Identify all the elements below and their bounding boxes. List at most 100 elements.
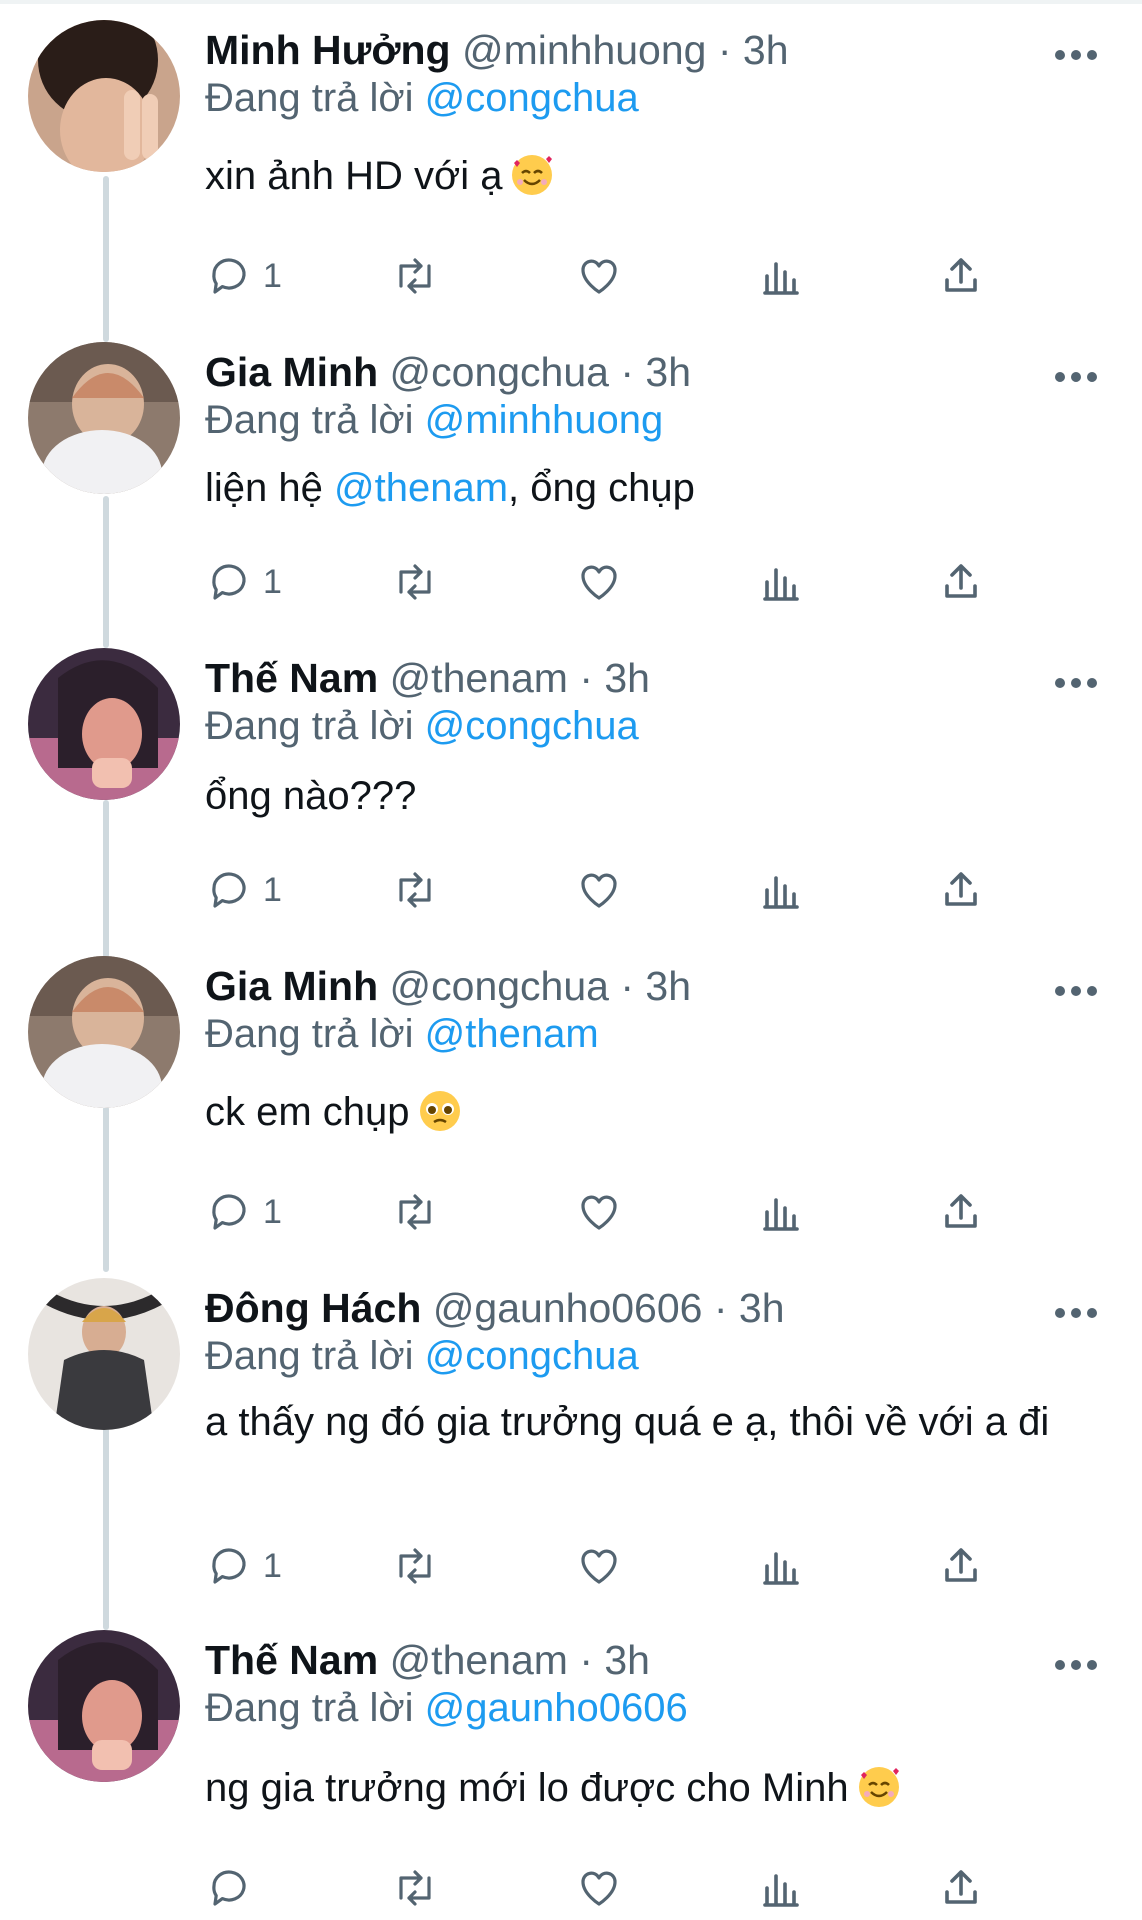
replying-to-mention[interactable]: @congchua <box>425 76 639 120</box>
heart-icon <box>581 873 617 908</box>
analytics-icon <box>763 568 799 601</box>
display-name[interactable]: Gia Minh <box>205 963 378 1009</box>
reply-count: 1 <box>263 1546 282 1585</box>
avatar[interactable] <box>28 956 180 1108</box>
replying-to-label: Đang trả lời <box>205 76 414 120</box>
retweet-icon <box>399 1870 431 1906</box>
replying-to: Đang trả lời @congchua <box>205 1326 639 1386</box>
user-handle[interactable]: @thenam <box>390 1637 568 1683</box>
tweet-text-part: ổng nào??? <box>205 774 417 818</box>
retweet-button[interactable] <box>391 1182 439 1242</box>
reply-button[interactable] <box>205 1858 263 1918</box>
user-handle[interactable]: @thenam <box>390 655 568 701</box>
share-button[interactable] <box>937 1536 985 1596</box>
heart-icon <box>581 1195 617 1230</box>
replying-to-mention[interactable]: @minhhuong <box>425 398 664 442</box>
display-name[interactable]: Thế Nam <box>205 1637 378 1683</box>
timestamp[interactable]: 3h <box>739 1285 785 1331</box>
views-button[interactable] <box>757 1858 805 1918</box>
more-options-icon[interactable] <box>1046 362 1106 392</box>
like-button[interactable] <box>575 1182 623 1242</box>
retweet-button[interactable] <box>391 552 439 612</box>
tweet-actions: 1 <box>205 1182 1025 1242</box>
thread-line <box>103 176 109 342</box>
timestamp[interactable]: 3h <box>604 1637 650 1683</box>
like-button[interactable] <box>575 1858 623 1918</box>
more-options-icon[interactable] <box>1046 1650 1106 1680</box>
replying-to-label: Đang trả lời <box>205 1012 414 1056</box>
tweet-text: ck em chụp <box>205 1086 1085 1138</box>
avatar[interactable] <box>28 648 180 800</box>
reply-count: 1 <box>263 562 282 601</box>
like-button[interactable] <box>575 552 623 612</box>
views-button[interactable] <box>757 1536 805 1596</box>
more-options-icon[interactable] <box>1046 668 1106 698</box>
share-icon <box>945 564 977 598</box>
retweet-icon <box>399 258 431 294</box>
retweet-icon <box>399 1194 431 1230</box>
timestamp[interactable]: 3h <box>645 963 691 1009</box>
display-name[interactable]: Thế Nam <box>205 655 378 701</box>
share-icon <box>945 258 977 292</box>
tweet-text: ổng nào??? <box>205 770 1085 822</box>
display-name[interactable]: Minh Hưởng <box>205 27 451 73</box>
avatar[interactable] <box>28 342 180 494</box>
tweet-text-part: liện hệ <box>205 466 334 510</box>
share-button[interactable] <box>937 1858 985 1918</box>
tweet-text-part: a thấy ng đó gia trưởng quá e ạ, thôi về… <box>205 1400 1050 1444</box>
avatar[interactable] <box>28 1278 180 1430</box>
share-button[interactable] <box>937 246 985 306</box>
reply-button[interactable]: 1 <box>205 552 282 612</box>
views-button[interactable] <box>757 1182 805 1242</box>
retweet-button[interactable] <box>391 1858 439 1918</box>
replying-to: Đang trả lời @gaunho0606 <box>205 1678 688 1738</box>
views-button[interactable] <box>757 552 805 612</box>
share-button[interactable] <box>937 860 985 920</box>
replying-to: Đang trả lời @thenam <box>205 1004 599 1064</box>
replying-to-mention[interactable]: @thenam <box>425 1012 599 1056</box>
timestamp[interactable]: 3h <box>645 349 691 395</box>
display-name[interactable]: Gia Minh <box>205 349 378 395</box>
retweet-button[interactable] <box>391 860 439 920</box>
retweet-icon <box>399 564 431 600</box>
views-button[interactable] <box>757 246 805 306</box>
retweet-icon <box>399 872 431 908</box>
avatar[interactable] <box>28 20 180 172</box>
reply-button[interactable]: 1 <box>205 860 282 920</box>
replying-to-mention[interactable]: @congchua <box>425 704 639 748</box>
thread-line <box>103 1106 109 1272</box>
like-button[interactable] <box>575 246 623 306</box>
retweet-button[interactable] <box>391 246 439 306</box>
like-button[interactable] <box>575 1536 623 1596</box>
avatar[interactable] <box>28 1630 180 1782</box>
replying-to-mention[interactable]: @congchua <box>425 1334 639 1378</box>
tweet-actions: 1 <box>205 552 1025 612</box>
separator-dot: · <box>567 655 605 701</box>
reply-count: 1 <box>263 1192 282 1231</box>
analytics-icon <box>763 1874 799 1907</box>
analytics-icon <box>763 876 799 909</box>
reply-button[interactable]: 1 <box>205 1536 282 1596</box>
more-options-icon[interactable] <box>1046 1298 1106 1328</box>
tweet-actions: 1 <box>205 860 1025 920</box>
more-options-icon[interactable] <box>1046 40 1106 70</box>
pleading-face-emoji <box>418 1089 462 1133</box>
display-name[interactable]: Đông Hách <box>205 1285 421 1331</box>
share-button[interactable] <box>937 552 985 612</box>
reply-button[interactable]: 1 <box>205 246 282 306</box>
replying-to-mention[interactable]: @gaunho0606 <box>425 1686 688 1730</box>
views-button[interactable] <box>757 860 805 920</box>
more-options-icon[interactable] <box>1046 976 1106 1006</box>
user-handle[interactable]: @congchua <box>390 349 609 395</box>
retweet-button[interactable] <box>391 1536 439 1596</box>
user-handle[interactable]: @congchua <box>390 963 609 1009</box>
mention-link[interactable]: @thenam <box>334 466 508 510</box>
like-button[interactable] <box>575 860 623 920</box>
reply-button[interactable]: 1 <box>205 1182 282 1242</box>
timestamp[interactable]: 3h <box>743 27 789 73</box>
timestamp[interactable]: 3h <box>604 655 650 701</box>
separator-dot: · <box>608 963 646 1009</box>
share-button[interactable] <box>937 1182 985 1242</box>
user-handle[interactable]: @minhhuong <box>462 27 707 73</box>
user-handle[interactable]: @gaunho0606 <box>433 1285 703 1331</box>
